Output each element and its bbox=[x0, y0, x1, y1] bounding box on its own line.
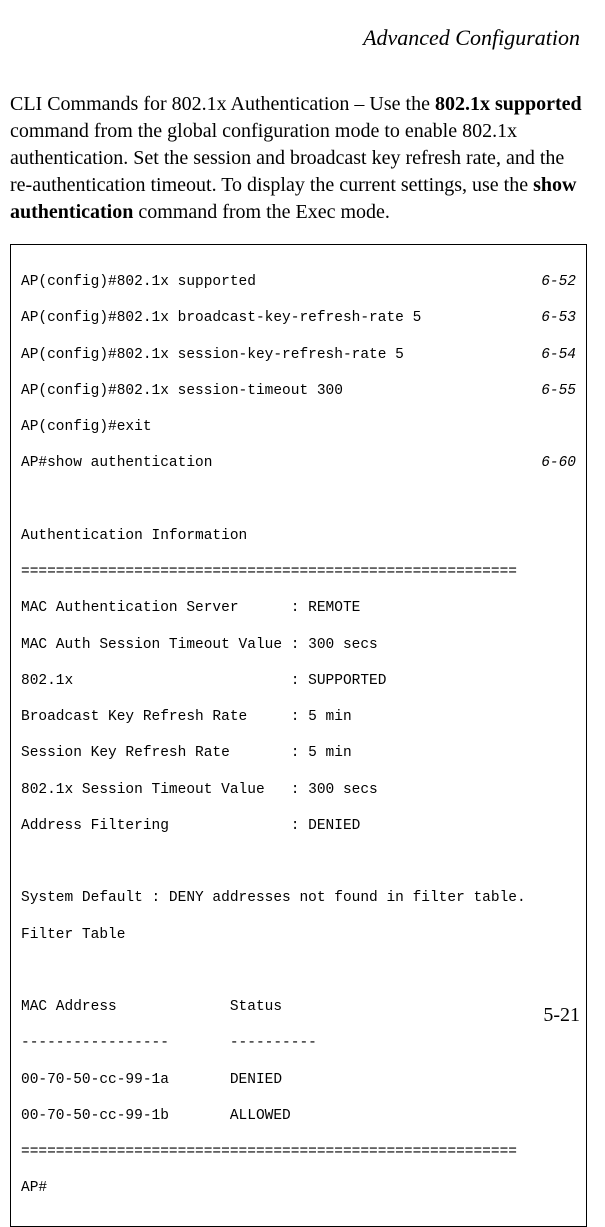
paragraph-bold-1: 802.1x supported bbox=[435, 93, 582, 115]
cli-line: AP(config)#exit bbox=[21, 418, 576, 436]
cli-info-line: Broadcast Key Refresh Rate : 5 min bbox=[21, 708, 576, 726]
cli-blank-line bbox=[21, 853, 576, 871]
paragraph-text-part3: command from the Exec mode. bbox=[133, 201, 390, 223]
cli-line: AP(config)#802.1x broadcast-key-refresh-… bbox=[21, 309, 576, 327]
cli-output-box: AP(config)#802.1x supported 6-52 AP(confi… bbox=[10, 244, 587, 1227]
cli-cmd: AP(config)#802.1x broadcast-key-refresh-… bbox=[21, 309, 421, 327]
cli-cmd: AP(config)#802.1x session-key-refresh-ra… bbox=[21, 346, 404, 364]
cli-info-line: Address Filtering : DENIED bbox=[21, 817, 576, 835]
cli-mac-row: 00-70-50-cc-99-1b ALLOWED bbox=[21, 1107, 576, 1125]
cli-info-line: MAC Auth Session Timeout Value : 300 sec… bbox=[21, 636, 576, 654]
cli-filter-table-label: Filter Table bbox=[21, 926, 576, 944]
cli-info-line: 802.1x Session Timeout Value : 300 secs bbox=[21, 781, 576, 799]
body-paragraph: CLI Commands for 802.1x Authentication –… bbox=[0, 51, 605, 226]
cli-divider: ========================================… bbox=[21, 1143, 576, 1161]
page-number: 5-21 bbox=[543, 1004, 580, 1027]
paragraph-text-part1: CLI Commands for 802.1x Authentication –… bbox=[10, 93, 435, 115]
cli-cmd: AP#show authentication bbox=[21, 454, 212, 472]
cli-mac-divider: ----------------- ---------- bbox=[21, 1034, 576, 1052]
cli-line: AP(config)#802.1x session-key-refresh-ra… bbox=[21, 346, 576, 364]
cli-info-line: 802.1x : SUPPORTED bbox=[21, 672, 576, 690]
cli-line: AP(config)#802.1x supported 6-52 bbox=[21, 273, 576, 291]
cli-prompt: AP# bbox=[21, 1179, 576, 1197]
cli-ref: 6-52 bbox=[541, 273, 576, 291]
cli-blank-line bbox=[21, 962, 576, 980]
paragraph-text-part2: command from the global configuration mo… bbox=[10, 120, 564, 196]
cli-mac-header: MAC Address Status bbox=[21, 998, 576, 1016]
cli-section-header: Authentication Information bbox=[21, 527, 576, 545]
running-header: Advanced Configuration bbox=[0, 0, 605, 51]
cli-cmd: AP(config)#802.1x supported bbox=[21, 273, 256, 291]
cli-ref: 6-53 bbox=[541, 309, 576, 327]
cli-ref: 6-60 bbox=[541, 454, 576, 472]
cli-mac-row: 00-70-50-cc-99-1a DENIED bbox=[21, 1071, 576, 1089]
cli-info-line: MAC Authentication Server : REMOTE bbox=[21, 599, 576, 617]
cli-blank-line bbox=[21, 491, 576, 509]
cli-cmd: AP(config)#802.1x session-timeout 300 bbox=[21, 382, 343, 400]
cli-info-line: Session Key Refresh Rate : 5 min bbox=[21, 744, 576, 762]
cli-ref: 6-54 bbox=[541, 346, 576, 364]
cli-divider: ========================================… bbox=[21, 563, 576, 581]
cli-system-default: System Default : DENY addresses not foun… bbox=[21, 889, 576, 907]
cli-line: AP#show authentication 6-60 bbox=[21, 454, 576, 472]
cli-line: AP(config)#802.1x session-timeout 300 6-5… bbox=[21, 382, 576, 400]
cli-ref: 6-55 bbox=[541, 382, 576, 400]
